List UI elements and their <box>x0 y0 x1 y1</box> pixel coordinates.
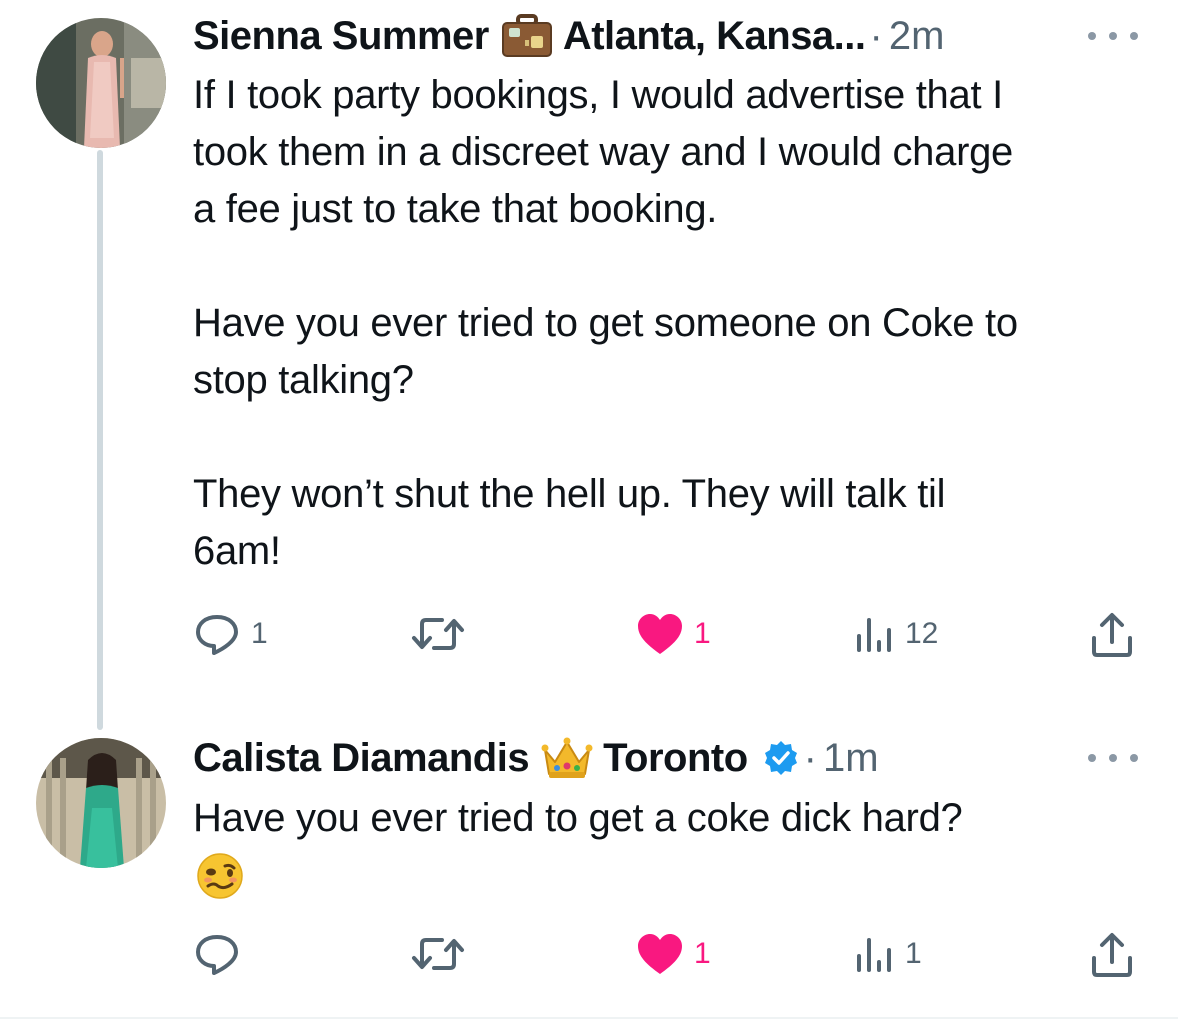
briefcase-icon <box>501 14 553 58</box>
share-button[interactable] <box>1090 612 1134 658</box>
retweet-icon <box>412 618 464 650</box>
share-icon <box>1092 613 1132 657</box>
tweet-header: Sienna Summer Atlanta, Kansa... · 2m <box>193 12 944 60</box>
more-dot-icon <box>1109 32 1117 40</box>
views-button[interactable]: 12 <box>855 614 938 654</box>
author-location: Atlanta, Kansa... <box>562 14 866 58</box>
more-dot-icon <box>1088 32 1096 40</box>
more-options-button[interactable] <box>1088 26 1138 46</box>
reply-icon <box>196 615 238 655</box>
retweet-button[interactable] <box>410 934 466 974</box>
heart-icon <box>638 934 682 974</box>
retweet-button[interactable] <box>410 614 466 654</box>
divider <box>0 1017 1178 1019</box>
views-chart-icon <box>857 618 891 652</box>
tweet-text: If I took party bookings, I would advert… <box>193 73 1018 573</box>
thread-connector-line <box>97 150 103 730</box>
reply-icon <box>196 935 238 975</box>
tweet-timestamp[interactable]: 1m <box>823 734 879 782</box>
crown-icon <box>541 736 593 780</box>
like-count: 1 <box>694 617 711 650</box>
share-button[interactable] <box>1090 932 1134 978</box>
author-location: Toronto <box>603 736 748 780</box>
retweet-icon <box>412 938 464 970</box>
separator-dot: · <box>803 736 817 780</box>
author-name[interactable]: Sienna Summer <box>193 12 489 60</box>
views-chart-icon <box>857 938 891 972</box>
views-count: 1 <box>905 937 922 970</box>
more-dot-icon <box>1130 754 1138 762</box>
more-dot-icon <box>1130 32 1138 40</box>
like-button[interactable]: 1 <box>636 932 711 976</box>
avatar[interactable] <box>36 18 166 148</box>
reply-button[interactable]: 1 <box>193 612 268 656</box>
share-icon <box>1092 933 1132 977</box>
reply-count: 1 <box>251 617 268 650</box>
reply-button[interactable] <box>193 932 251 976</box>
heart-icon <box>638 614 682 654</box>
tweet-text: Have you ever tried to get a coke dick h… <box>193 796 963 840</box>
like-count: 1 <box>694 937 711 970</box>
like-button[interactable]: 1 <box>636 612 711 656</box>
more-dot-icon <box>1109 754 1117 762</box>
tweet-header: Calista Diamandis Toronto · 1m <box>193 734 879 782</box>
tweet-timestamp[interactable]: 2m <box>889 12 945 60</box>
woozy-face-icon <box>196 852 244 900</box>
verified-badge-icon <box>762 739 800 777</box>
avatar[interactable] <box>36 738 166 868</box>
more-options-button[interactable] <box>1088 748 1138 768</box>
views-button[interactable]: 1 <box>855 934 922 974</box>
author-name[interactable]: Calista Diamandis <box>193 734 530 782</box>
separator-dot: · <box>869 14 883 58</box>
views-count: 12 <box>905 617 939 650</box>
more-dot-icon <box>1088 754 1096 762</box>
